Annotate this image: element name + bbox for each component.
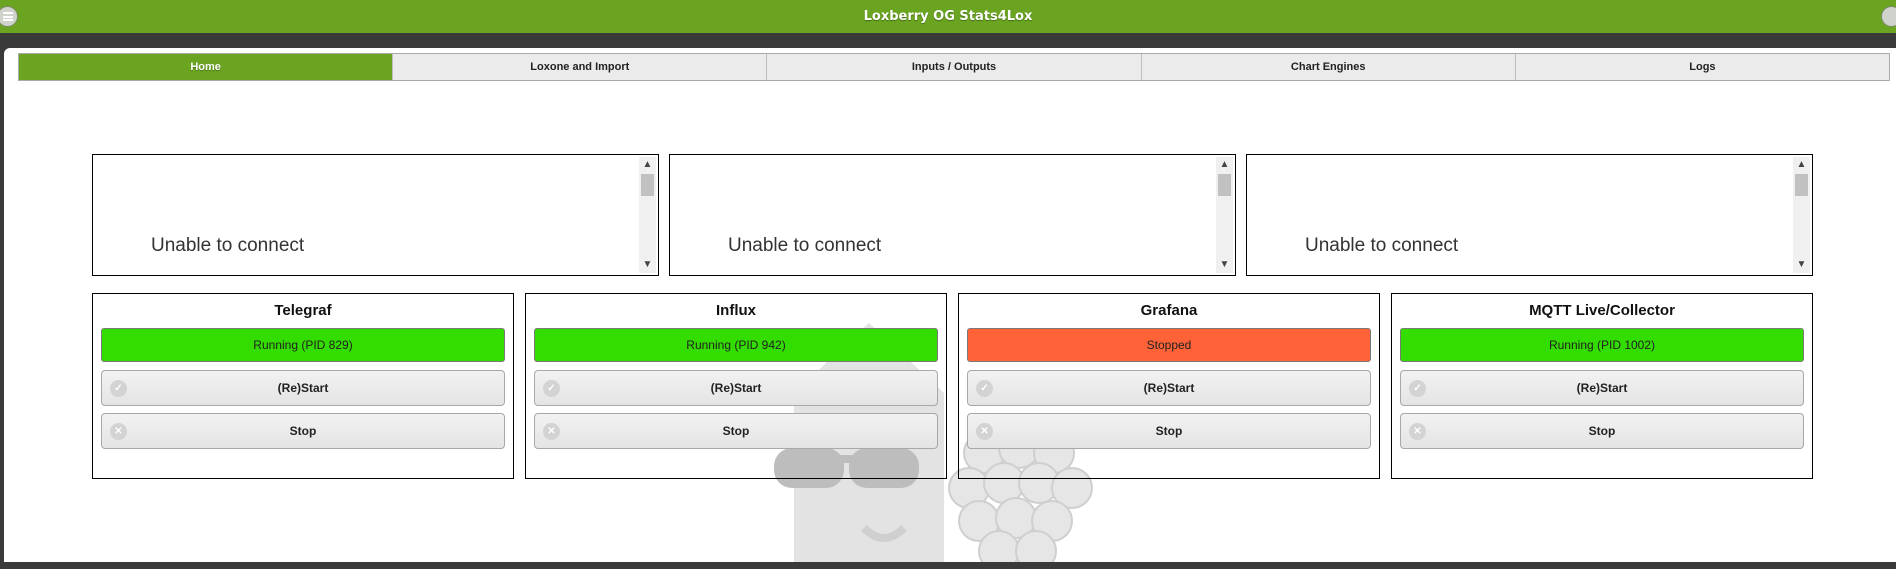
tab-loxone-import[interactable]: Loxone and Import — [392, 54, 767, 80]
panel-scrollbar[interactable]: ▲ ▼ — [1216, 157, 1233, 273]
status-badge: Running (PID 1002) — [1400, 328, 1804, 362]
service-title: MQTT Live/Collector — [1529, 302, 1675, 319]
stop-button[interactable]: ✕ Stop — [1400, 413, 1804, 449]
menu-icon — [3, 12, 13, 21]
status-badge: Running (PID 829) — [101, 328, 505, 362]
panel-scrollbar[interactable]: ▲ ▼ — [1793, 157, 1810, 273]
x-circle-icon: ✕ — [110, 423, 127, 440]
scroll-down-icon[interactable]: ▼ — [1793, 257, 1810, 273]
options-button[interactable] — [1881, 6, 1896, 27]
check-circle-icon: ✓ — [1409, 380, 1426, 397]
x-circle-icon: ✕ — [543, 423, 560, 440]
stop-label: Stop — [1155, 424, 1183, 438]
restart-button[interactable]: ✓ (Re)Start — [1400, 370, 1804, 406]
stop-label: Stop — [1588, 424, 1616, 438]
tab-bar: Home Loxone and Import Inputs / Outputs … — [18, 53, 1890, 81]
stop-button[interactable]: ✕ Stop — [967, 413, 1371, 449]
status-panel-1: Unable to connect ▲ ▼ — [92, 154, 659, 276]
header-gap — [0, 33, 1896, 48]
scroll-up-icon[interactable]: ▲ — [639, 157, 656, 173]
service-card-telegraf: Telegraf Running (PID 829) ✓ (Re)Start ✕ S… — [92, 293, 514, 479]
scroll-thumb[interactable] — [1795, 174, 1808, 196]
stop-button[interactable]: ✕ Stop — [101, 413, 505, 449]
restart-label: (Re)Start — [277, 381, 329, 395]
service-title: Influx — [716, 302, 756, 319]
restart-label: (Re)Start — [710, 381, 762, 395]
x-circle-icon: ✕ — [976, 423, 993, 440]
tab-inputs-outputs[interactable]: Inputs / Outputs — [766, 54, 1141, 80]
stop-label: Stop — [289, 424, 317, 438]
scroll-thumb[interactable] — [641, 174, 654, 196]
service-title: Grafana — [1140, 302, 1198, 319]
stop-label: Stop — [722, 424, 750, 438]
scroll-down-icon[interactable]: ▼ — [639, 257, 656, 273]
status-panel-2: Unable to connect ▲ ▼ — [669, 154, 1236, 276]
service-card-influx: Influx Running (PID 942) ✓ (Re)Start ✕ Sto… — [525, 293, 947, 479]
service-card-grafana: Grafana Stopped ✓ (Re)Start ✕ Stop — [958, 293, 1380, 479]
check-circle-icon: ✓ — [976, 380, 993, 397]
status-panel-3: Unable to connect ▲ ▼ — [1246, 154, 1813, 276]
scroll-up-icon[interactable]: ▲ — [1216, 157, 1233, 173]
app-title: Loxberry OG Stats4Lox — [863, 9, 1033, 24]
restart-button[interactable]: ✓ (Re)Start — [101, 370, 505, 406]
tab-logs[interactable]: Logs — [1514, 54, 1890, 80]
scroll-down-icon[interactable]: ▼ — [1216, 257, 1233, 273]
service-card-mqtt: MQTT Live/Collector Running (PID 1002) ✓… — [1391, 293, 1813, 479]
x-circle-icon: ✕ — [1409, 423, 1426, 440]
restart-button[interactable]: ✓ (Re)Start — [967, 370, 1371, 406]
page-content: Home Loxone and Import Inputs / Outputs … — [4, 48, 1896, 562]
scroll-up-icon[interactable]: ▲ — [1793, 157, 1810, 173]
stop-button[interactable]: ✕ Stop — [534, 413, 938, 449]
service-title: Telegraf — [274, 302, 332, 319]
check-circle-icon: ✓ — [543, 380, 560, 397]
restart-label: (Re)Start — [1576, 381, 1628, 395]
tab-chart-engines[interactable]: Chart Engines — [1140, 54, 1515, 80]
panel-scrollbar[interactable]: ▲ ▼ — [639, 157, 656, 273]
app-header: Loxberry OG Stats4Lox — [0, 0, 1896, 33]
panel-message: Unable to connect — [1305, 235, 1459, 256]
menu-button[interactable] — [0, 6, 18, 27]
restart-button[interactable]: ✓ (Re)Start — [534, 370, 938, 406]
status-badge: Running (PID 942) — [534, 328, 938, 362]
panel-message: Unable to connect — [728, 235, 882, 256]
scroll-thumb[interactable] — [1218, 174, 1231, 196]
check-circle-icon: ✓ — [110, 380, 127, 397]
tab-home[interactable]: Home — [19, 54, 393, 80]
status-badge: Stopped — [967, 328, 1371, 362]
panel-message: Unable to connect — [151, 235, 305, 256]
restart-label: (Re)Start — [1143, 381, 1195, 395]
